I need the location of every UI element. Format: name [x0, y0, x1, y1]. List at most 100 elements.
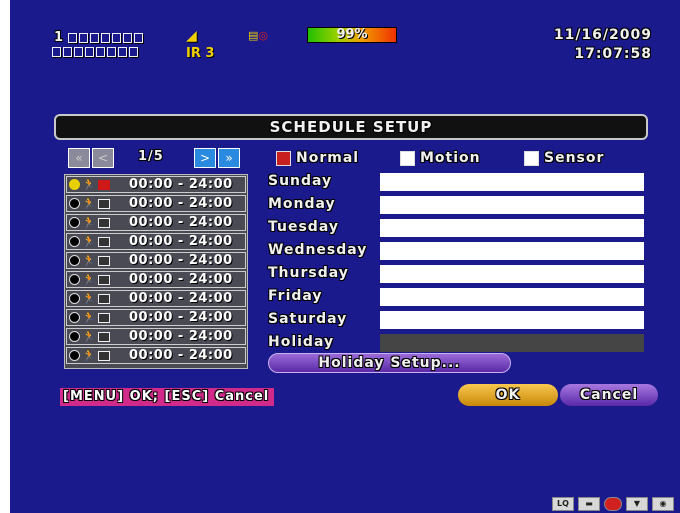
schedule-row[interactable]: 🏃 00:00 - 24:00	[66, 309, 246, 326]
sensor-icon[interactable]	[97, 179, 110, 190]
normal-record-icon[interactable]	[69, 293, 80, 304]
channel-box	[90, 32, 100, 43]
sensor-icon[interactable]	[97, 236, 110, 247]
date-text: 11/16/2009	[553, 27, 652, 43]
legend-label: Motion	[420, 150, 481, 166]
normal-record-icon[interactable]	[69, 274, 80, 285]
hdd-usage-bar: 99%	[307, 27, 397, 43]
schedule-row[interactable]: 🏃 00:00 - 24:00	[66, 195, 246, 212]
sensor-swatch	[524, 150, 539, 166]
schedule-row[interactable]: 🏃 00:00 - 24:00	[66, 214, 246, 231]
prev-page-button[interactable]: <	[92, 148, 114, 168]
day-label-sunday: Sunday	[268, 173, 333, 189]
sensor-icon[interactable]	[97, 293, 110, 304]
status-icon-bar: LQ ▬ ▼ ◉	[552, 497, 674, 511]
day-label-wednesday: Wednesday	[268, 242, 368, 258]
legend-normal[interactable]: Normal	[276, 150, 359, 166]
ok-label: OK	[495, 387, 521, 403]
schedule-row[interactable]: 🏃 00:00 - 24:00	[66, 252, 246, 269]
day-bar-saturday[interactable]	[380, 311, 644, 329]
motion-icon[interactable]: 🏃	[82, 179, 96, 190]
next-page-icon: >	[199, 151, 211, 165]
day-bar-monday[interactable]	[380, 196, 644, 214]
channel-box	[101, 32, 111, 43]
motion-icon[interactable]: 🏃	[82, 198, 96, 209]
normal-record-icon[interactable]	[69, 331, 80, 342]
day-label-thursday: Thursday	[268, 265, 349, 281]
cancel-button[interactable]: Cancel	[560, 384, 658, 406]
schedule-time: 00:00 - 24:00	[129, 215, 233, 230]
legend-motion[interactable]: Motion	[400, 150, 481, 166]
sensor-icon[interactable]	[97, 217, 110, 228]
sensor-icon[interactable]	[97, 274, 110, 285]
normal-record-icon[interactable]	[69, 236, 80, 247]
channel-box	[118, 47, 127, 57]
sensor-icon[interactable]	[97, 255, 110, 266]
normal-record-icon[interactable]	[69, 350, 80, 361]
first-page-icon: «	[75, 151, 83, 165]
sensor-icon[interactable]	[97, 331, 110, 342]
motion-icon[interactable]: 🏃	[82, 350, 96, 361]
normal-record-icon[interactable]	[69, 217, 80, 228]
motion-icon[interactable]: 🏃	[82, 217, 96, 228]
sensor-icon[interactable]	[97, 350, 110, 361]
channel-box	[85, 47, 94, 57]
schedule-row[interactable]: 🏃 00:00 - 24:00	[66, 290, 246, 307]
normal-record-icon[interactable]	[69, 179, 80, 190]
schedule-row[interactable]: 🏃 00:00 - 24:00	[66, 233, 246, 250]
schedule-row[interactable]: 🏃 00:00 - 24:00	[66, 347, 246, 364]
channel-prefix: 1	[54, 30, 65, 45]
legend-sensor[interactable]: Sensor	[524, 150, 604, 166]
schedule-setup-dialog: SCHEDULE SETUP « < 1/5 > » Normal Motion…	[46, 106, 658, 416]
schedule-time: 00:00 - 24:00	[129, 348, 233, 363]
day-bar-wednesday[interactable]	[380, 242, 644, 260]
legend-label: Sensor	[544, 150, 605, 166]
time-text: 17:07:58	[574, 46, 652, 62]
schedule-time: 00:00 - 24:00	[129, 253, 233, 268]
screen-icon: ▬	[578, 497, 600, 511]
normal-record-icon[interactable]	[69, 198, 80, 209]
cancel-label: Cancel	[579, 387, 639, 403]
channel-box	[134, 32, 144, 43]
dialog-title-bar: SCHEDULE SETUP	[54, 114, 648, 140]
schedule-row[interactable]: 🏃 00:00 - 24:00	[66, 176, 246, 193]
day-bar-tuesday[interactable]	[380, 219, 644, 237]
motion-icon[interactable]: 🏃	[82, 274, 96, 285]
next-page-button[interactable]: >	[194, 148, 216, 168]
schedule-row[interactable]: 🏃 00:00 - 24:00	[66, 328, 246, 345]
channel-box	[68, 32, 78, 43]
last-page-button[interactable]: »	[218, 148, 240, 168]
channel-box	[74, 47, 83, 57]
schedule-time: 00:00 - 24:00	[129, 272, 233, 287]
channel-box	[129, 47, 138, 57]
datetime: 11/16/2009 17:07:58	[554, 26, 652, 64]
motion-icon[interactable]: 🏃	[82, 236, 96, 247]
schedule-time: 00:00 - 24:00	[129, 329, 233, 344]
lq-icon: LQ	[552, 497, 574, 511]
normal-record-icon[interactable]	[69, 255, 80, 266]
first-page-button[interactable]: «	[68, 148, 90, 168]
day-label-monday: Monday	[268, 196, 336, 212]
schedule-row[interactable]: 🏃 00:00 - 24:00	[66, 271, 246, 288]
channel-row-1: 1	[54, 30, 144, 45]
schedule-time: 00:00 - 24:00	[129, 234, 233, 249]
motion-icon[interactable]: 🏃	[82, 293, 96, 304]
motion-icon[interactable]: 🏃	[82, 331, 96, 342]
holiday-setup-button[interactable]: Holiday Setup...	[268, 353, 511, 373]
motion-icon[interactable]: 🏃	[82, 312, 96, 323]
day-label-holiday: Holiday	[268, 334, 335, 350]
day-bar-thursday[interactable]	[380, 265, 644, 283]
last-page-icon: »	[225, 151, 233, 165]
sensor-icon[interactable]	[97, 312, 110, 323]
normal-record-icon[interactable]	[69, 312, 80, 323]
sensor-icon[interactable]	[97, 198, 110, 209]
ir-label: IR 3	[186, 46, 215, 61]
motion-icon[interactable]: 🏃	[82, 255, 96, 266]
speaker-icon: ◢	[186, 28, 197, 44]
ok-button[interactable]: OK	[458, 384, 558, 406]
holiday-setup-label: Holiday Setup...	[318, 355, 461, 371]
day-bar-friday[interactable]	[380, 288, 644, 306]
day-bar-sunday[interactable]	[380, 173, 644, 191]
hdd-percent: 99%	[336, 27, 368, 42]
record-icon	[604, 497, 622, 511]
